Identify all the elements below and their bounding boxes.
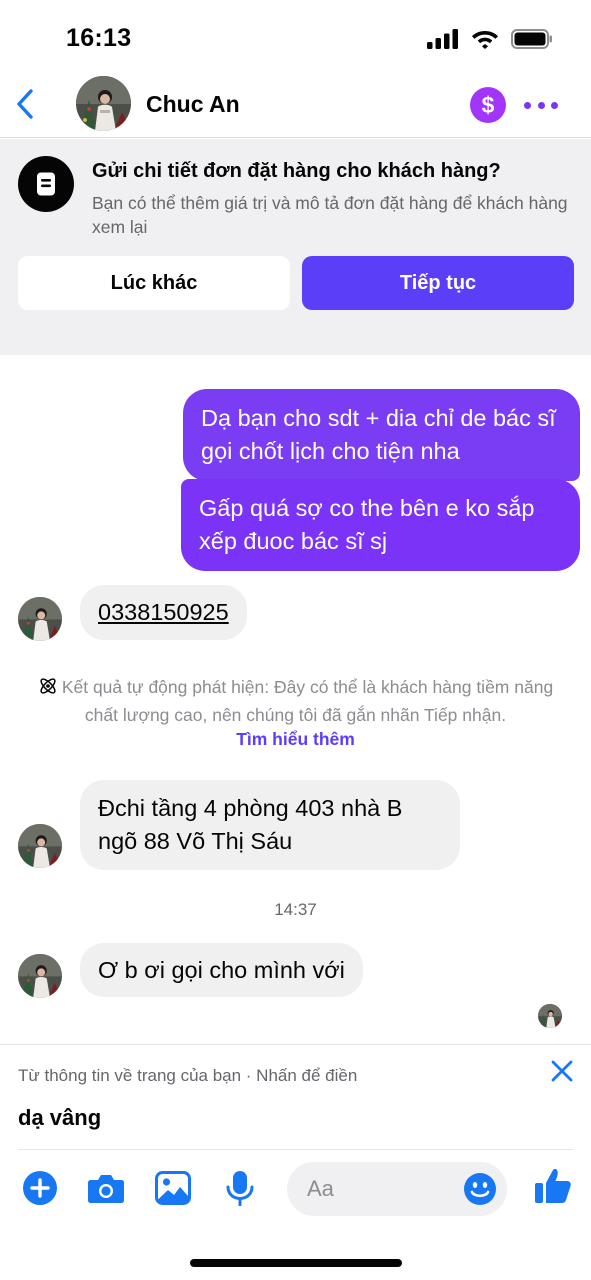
status-icons [427, 28, 553, 49]
camera-button[interactable] [86, 1168, 126, 1208]
more-dot-icon [537, 101, 545, 109]
camera-icon [88, 1175, 124, 1203]
chat-header: Chuc An $ [0, 72, 591, 138]
payment-button[interactable]: $ [470, 87, 506, 123]
thumbs-up-icon [535, 1168, 571, 1203]
incoming-message[interactable]: Ơ b ơi gọi cho mình với [80, 943, 363, 997]
suggested-reply[interactable]: dạ vâng [18, 1105, 101, 1131]
gallery-button[interactable] [153, 1168, 193, 1208]
plus-circle-icon [23, 1171, 57, 1205]
chevron-left-icon [17, 89, 33, 119]
message-input[interactable] [307, 1162, 457, 1216]
microphone-icon [226, 1171, 254, 1206]
avatar-photo-icon [18, 954, 62, 998]
home-indicator [190, 1259, 402, 1267]
close-icon [551, 1060, 573, 1082]
status-time: 16:13 [66, 24, 132, 52]
emoji-button[interactable] [463, 1172, 497, 1206]
like-button[interactable] [533, 1166, 573, 1206]
auto-detection-note: Kết quả tự động phát hiện: Đây có thể là… [30, 673, 561, 729]
learn-more-link[interactable]: Tìm hiểu thêm [0, 729, 591, 750]
close-suggestion-button[interactable] [546, 1055, 578, 1087]
more-dot-icon [524, 101, 531, 109]
image-icon [155, 1171, 191, 1205]
status-bar: 16:13 [0, 0, 591, 72]
back-button[interactable] [10, 86, 40, 122]
smiley-icon [464, 1173, 496, 1205]
suggestion-label: Từ thông tin về trang của bạn · Nhấn để … [18, 1066, 358, 1085]
sender-avatar[interactable] [18, 597, 62, 641]
voice-button[interactable] [220, 1168, 260, 1208]
sender-avatar[interactable] [18, 824, 62, 868]
avatar-photo-icon [538, 1004, 562, 1028]
atom-icon [40, 678, 56, 694]
message-timestamp: 14:37 [274, 900, 317, 919]
avatar-photo-icon [18, 597, 62, 641]
banner-title: Gửi chi tiết đơn đặt hàng cho khách hàng… [92, 160, 501, 182]
auto-note-text: Kết quả tự động phát hiện: Đây có thể là… [61, 677, 554, 725]
more-dot-icon [551, 101, 558, 109]
incoming-message[interactable]: 0338150925 [80, 585, 247, 640]
sender-avatar[interactable] [18, 954, 62, 998]
contact-avatar[interactable] [76, 76, 131, 131]
signal-icon [427, 28, 458, 49]
outgoing-message[interactable]: Gấp quá sợ co the bên e ko sắp xếp đuoc … [181, 479, 580, 571]
message-composer [0, 1150, 591, 1230]
later-button[interactable]: Lúc khác [18, 256, 290, 310]
seen-receipt-avatar [538, 1004, 562, 1028]
wifi-icon [472, 31, 498, 49]
battery-icon [511, 28, 552, 49]
contact-name[interactable]: Chuc An [146, 91, 240, 118]
order-receipt-icon [18, 156, 74, 212]
banner-description: Bạn có thể thêm giá trị và mô tả đơn đặt… [92, 193, 568, 237]
suggested-reply-panel: Từ thông tin về trang của bạn · Nhấn để … [0, 1044, 591, 1150]
phone-number-link[interactable]: 0338150925 [98, 599, 229, 625]
incoming-message[interactable]: Đchi tầng 4 phòng 403 nhà B ngõ 88 Võ Th… [80, 780, 460, 870]
avatar-photo-icon [76, 76, 131, 131]
order-details-banner: Gửi chi tiết đơn đặt hàng cho khách hàng… [0, 139, 591, 355]
more-options-button[interactable] [524, 90, 558, 120]
message-input-box [287, 1162, 507, 1216]
continue-button[interactable]: Tiếp tục [302, 256, 574, 310]
dollar-icon: $ [481, 91, 495, 118]
outgoing-message[interactable]: Dạ bạn cho sdt + dia chỉ de bác sĩ gọi c… [183, 389, 580, 481]
add-button[interactable] [20, 1168, 60, 1208]
avatar-photo-icon [18, 824, 62, 868]
